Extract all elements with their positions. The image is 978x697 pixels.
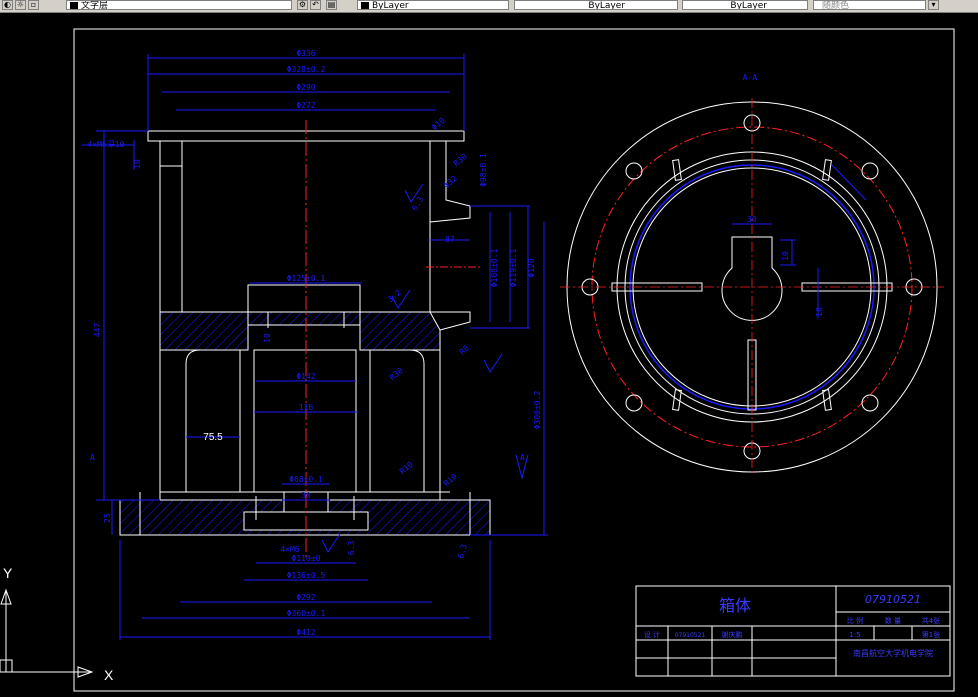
dim-text: 10 [133,159,142,169]
dim-text: 10 [781,251,790,261]
drawing-border [73,28,955,692]
ucs-x-label: X [104,667,114,683]
dim-text: Φ328±0.2 [287,65,326,74]
dim-text: 6.3 [347,541,356,556]
middle-web-section [159,311,441,351]
dim-text: R10 [398,460,415,476]
drawing-canvas[interactable]: Φ336 Φ328±0.2 Φ290 Φ272 Φ125±0.1 Φ142 11… [0,0,978,697]
bolt-hole [861,394,879,412]
ucs-y-label: Y [3,565,13,581]
dim-text: 4×M6深10 [88,140,125,149]
dim-text: 447 [93,323,102,338]
section-mark: A [520,453,525,462]
qty-label: 数 量 [885,616,901,625]
dim-text: 25 [103,513,112,523]
dim-text: R8 [458,343,471,356]
dim-text: 10 [263,333,272,343]
part-name: 箱体 [719,596,751,615]
sheet-number: 第1张 [922,630,940,639]
sheet-count: 共4张 [922,616,940,625]
dim-text: 6.3 [456,543,468,559]
dim-text: R30 [388,366,405,382]
dim-text: 116 [299,403,314,412]
dim-text: Φ136±0.5 [287,571,326,580]
bolt-hole [625,394,643,412]
section-mark: A [90,453,95,462]
dim-text: 30 [301,491,311,500]
dim-text: Φ125±0.1 [287,274,326,283]
designer-name: 谢庆鹏 [722,630,743,639]
dim-text: Φ290 [296,83,315,92]
dim-text: Φ110±0 [292,554,321,563]
dim-text: 6.3 [410,195,425,212]
dim-text-white: 75.5 [203,432,223,443]
dim-text: Φ292 [296,593,315,602]
dim-text: Φ108±0.1 [490,249,499,288]
dim-text: Φ412 [296,628,315,637]
dim-text: Φ142 [296,372,315,381]
ucs-icon [0,588,94,678]
dim-text: 10 [815,307,824,317]
dim-text: Φ98±0.1 [479,153,488,187]
view-label: A-A [743,73,758,82]
dim-text: Φ300±0.2 [533,391,542,430]
dim-text: Φ119±0.1 [509,249,518,288]
drawing-number: 07910521 [865,593,921,606]
dimension-lines [82,54,548,640]
bolt-hole [625,162,643,180]
dim-text: 30 [747,215,757,224]
dim-text: Φ336 [296,49,315,58]
designer-label: 设 计 [644,630,660,639]
bolt-hole [861,162,879,180]
dim-text: Φ68±0.1 [289,475,323,484]
student-id: 07910521 [675,632,706,639]
dim-text: R30 [452,152,469,168]
dim-text: Φ272 [296,101,315,110]
scale-value: 1:5 [849,631,860,639]
dim-text: 87 [445,235,455,244]
dim-text: Φ120 [527,258,536,277]
surface-finish-symbols [321,183,529,553]
dim-text: Φ10 [430,116,447,132]
school-name: 南昌航空大学机电学院 [853,648,933,658]
dim-text: R10 [442,472,459,488]
scale-label: 比 例 [847,616,863,625]
top-view: A-A 30 10 10 [560,73,944,476]
dim-text: Φ32 [442,174,459,190]
dim-text: 4×M6 [280,545,299,554]
dim-text: Φ360±0.1 [287,609,326,618]
